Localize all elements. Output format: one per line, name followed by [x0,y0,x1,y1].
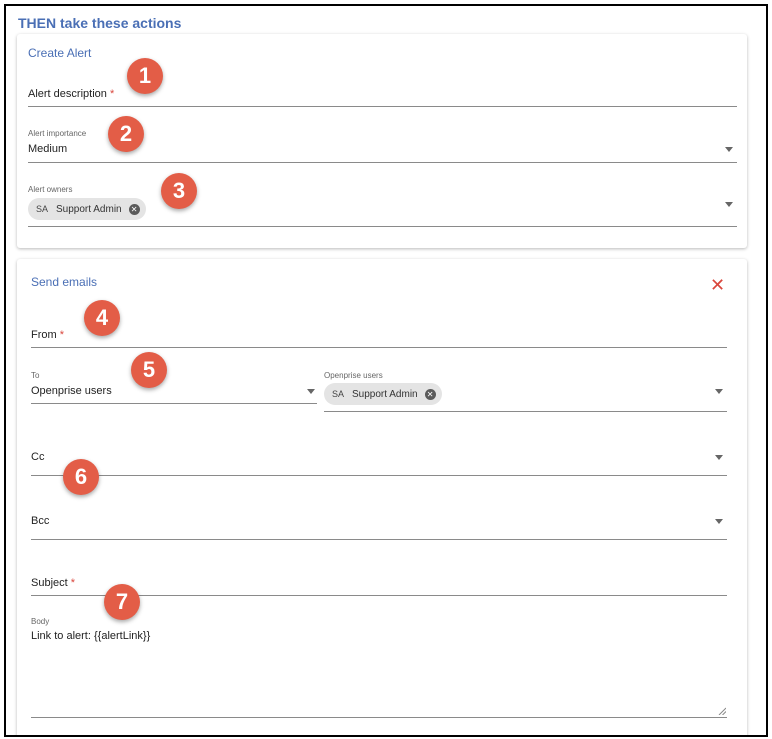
alert-importance-value: Medium [28,143,68,155]
section-title: THEN take these actions [18,15,182,31]
close-icon[interactable]: ✕ [710,276,725,294]
chip-remove-icon[interactable]: ✕ [424,388,436,400]
alert-description-label: Alert description * [28,88,115,100]
cc-select[interactable]: Cc [31,441,727,476]
to-select[interactable]: To Openprise users [31,369,317,404]
badge-7: 7 [104,584,140,620]
badge-4: 4 [84,300,120,336]
badge-5: 5 [131,352,167,388]
body-value: Link to alert: {{alertLink}} [31,630,151,642]
bcc-select[interactable]: Bcc [31,505,727,540]
alert-owners-select[interactable]: Alert owners SA Support Admin ✕ [28,182,737,227]
send-emails-title: Send emails [31,275,98,289]
openprise-user-chip-name: Support Admin [352,388,418,400]
openprise-user-chip-initials: SA [332,389,345,399]
resize-handle-icon[interactable] [718,707,726,715]
dropdown-caret-icon[interactable] [715,455,723,460]
dropdown-caret-icon[interactable] [715,519,723,524]
cc-label: Cc [31,451,45,463]
body-textarea[interactable]: Body Link to alert: {{alertLink}} [31,617,727,718]
owner-chip-initials: SA [36,204,49,214]
chip-remove-icon[interactable]: ✕ [128,203,140,215]
openprise-user-chip[interactable]: SA Support Admin ✕ [324,383,442,405]
bcc-label: Bcc [31,515,50,527]
openprise-users-select[interactable]: Openprise users SA Support Admin ✕ [324,369,727,412]
alert-owners-label: Alert owners [28,185,73,194]
subject-label: Subject * [31,577,76,589]
badge-2: 2 [108,116,144,152]
badge-1: 1 [127,58,163,94]
dropdown-caret-icon[interactable] [725,147,733,152]
dropdown-caret-icon[interactable] [725,202,733,207]
to-label: To [31,371,40,380]
alert-importance-label: Alert importance [28,129,87,138]
create-alert-title: Create Alert [28,46,92,60]
badge-3: 3 [161,173,197,209]
body-label: Body [31,617,50,626]
dropdown-caret-icon[interactable] [307,389,315,394]
send-emails-card: Send emails ✕ From * To Openprise users … [17,259,747,735]
from-field[interactable]: From * [31,321,727,348]
required-marker: * [59,329,65,341]
from-label: From * [31,329,65,341]
required-marker: * [70,577,76,589]
owner-chip-name: Support Admin [56,203,122,215]
required-marker: * [109,88,115,100]
openprise-users-label: Openprise users [324,371,383,380]
dropdown-caret-icon[interactable] [715,389,723,394]
owner-chip[interactable]: SA Support Admin ✕ [28,198,146,220]
actions-panel: THEN take these actions Create Alert Ale… [4,4,768,737]
to-value: Openprise users [31,385,112,397]
badge-6: 6 [63,459,99,495]
